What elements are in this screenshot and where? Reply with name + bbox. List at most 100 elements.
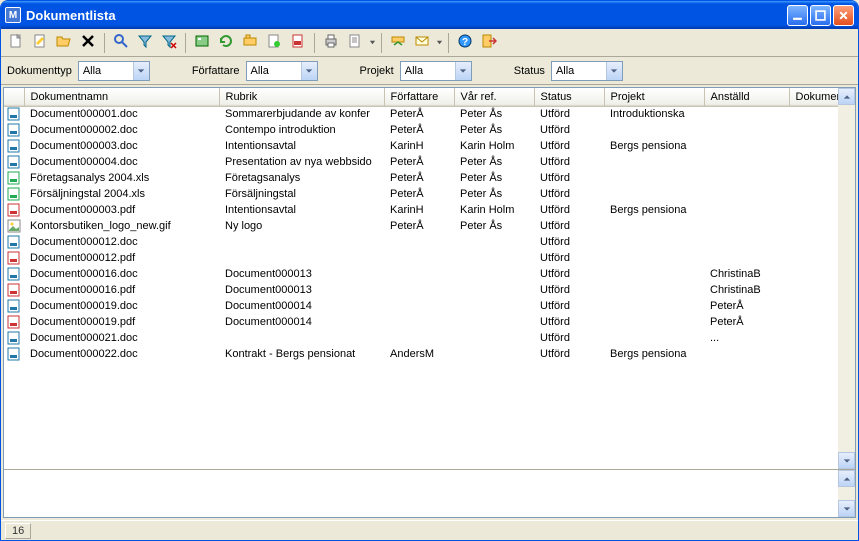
table-row[interactable]: Document000003.pdfIntentionsavtalKarinHK… bbox=[4, 202, 838, 218]
filter-status-combo[interactable]: Alla bbox=[551, 61, 623, 81]
column-header-icon[interactable] bbox=[4, 88, 24, 106]
table-row[interactable]: Kontorsbutiken_logo_new.gifNy logoPeterÅ… bbox=[4, 218, 838, 234]
table-row[interactable]: Försäljningstal 2004.xlsFörsäljningstalP… bbox=[4, 186, 838, 202]
cell-title: Document000013 bbox=[219, 266, 384, 282]
filter-project-combo[interactable]: Alla bbox=[400, 61, 472, 81]
cell-title bbox=[219, 234, 384, 250]
page-setup-button[interactable] bbox=[344, 32, 366, 54]
print-button[interactable] bbox=[320, 32, 342, 54]
chevron-down-icon bbox=[455, 62, 471, 80]
cell-author bbox=[384, 298, 454, 314]
table-row[interactable]: Document000016.docDocument000013UtfördCh… bbox=[4, 266, 838, 282]
cell-name: Document000002.doc bbox=[24, 122, 219, 138]
search-button[interactable] bbox=[110, 32, 132, 54]
cell-title bbox=[219, 250, 384, 266]
pdf-icon bbox=[290, 33, 306, 52]
cell-author: PeterÅ bbox=[384, 154, 454, 170]
table-row[interactable]: Företagsanalys 2004.xlsFöretagsanalysPet… bbox=[4, 170, 838, 186]
cell-employee: ChristinaB bbox=[704, 282, 789, 298]
exit-button[interactable] bbox=[478, 32, 500, 54]
cell-name: Document000022.doc bbox=[24, 346, 219, 362]
close-button[interactable] bbox=[833, 5, 854, 26]
cell-project bbox=[604, 122, 704, 138]
table-row[interactable]: Document000012.pdfUtförd13 bbox=[4, 250, 838, 266]
delete-button[interactable] bbox=[77, 32, 99, 54]
filter-clear-icon bbox=[161, 33, 177, 52]
scroll-up-button[interactable] bbox=[838, 470, 855, 487]
column-header-employee[interactable]: Anställd bbox=[704, 88, 789, 106]
mail-button[interactable] bbox=[411, 32, 433, 54]
filter-type-combo[interactable]: Alla bbox=[78, 61, 150, 81]
link-button[interactable] bbox=[239, 32, 261, 54]
filter-button[interactable] bbox=[134, 32, 156, 54]
attach-button[interactable] bbox=[263, 32, 285, 54]
file-type-icon bbox=[4, 330, 24, 346]
cell-project: Bergs pensiona bbox=[604, 138, 704, 154]
table-row[interactable]: Document000019.docDocument000014UtfördPe… bbox=[4, 298, 838, 314]
cell-employee bbox=[704, 170, 789, 186]
scroll-down-button[interactable] bbox=[838, 500, 855, 517]
column-header-ourref[interactable]: Vår ref. bbox=[454, 88, 534, 106]
column-header-project[interactable]: Projekt bbox=[604, 88, 704, 106]
cell-ourref: Peter Ås bbox=[454, 170, 534, 186]
export-button[interactable] bbox=[191, 32, 213, 54]
help-button[interactable]: ? bbox=[454, 32, 476, 54]
table-row[interactable]: Document000022.docKontrakt - Bergs pensi… bbox=[4, 346, 838, 362]
cell-employee: PeterÅ bbox=[704, 314, 789, 330]
cell-name: Document000003.pdf bbox=[24, 202, 219, 218]
table-row[interactable]: Document000012.docUtförd12 bbox=[4, 234, 838, 250]
vertical-scrollbar[interactable] bbox=[838, 88, 855, 469]
preview-scrollbar[interactable] bbox=[838, 470, 855, 517]
cell-title: Intentionsavtal bbox=[219, 202, 384, 218]
table-row[interactable]: Document000019.pdfDocument000014UtfördPe… bbox=[4, 314, 838, 330]
table-row[interactable]: Document000004.docPresentation av nya we… bbox=[4, 154, 838, 170]
edit-button[interactable] bbox=[29, 32, 51, 54]
refresh-button[interactable] bbox=[215, 32, 237, 54]
column-header-author[interactable]: Författare bbox=[384, 88, 454, 106]
column-header-status[interactable]: Status bbox=[534, 88, 604, 106]
cell-title: Presentation av nya webbsido bbox=[219, 154, 384, 170]
cell-employee bbox=[704, 154, 789, 170]
filter-author-combo[interactable]: Alla bbox=[246, 61, 318, 81]
cell-status: Utförd bbox=[534, 106, 604, 122]
cell-project: Bergs pensiona bbox=[604, 346, 704, 362]
column-header-name[interactable]: Dokumentnamn bbox=[24, 88, 219, 106]
send-button[interactable] bbox=[387, 32, 409, 54]
table-row[interactable]: Document000021.docUtförd...21 bbox=[4, 330, 838, 346]
cell-docno: 20 bbox=[789, 314, 838, 330]
file-type-icon bbox=[4, 154, 24, 170]
cell-status: Utförd bbox=[534, 122, 604, 138]
pdf-button[interactable] bbox=[287, 32, 309, 54]
filter-status-value: Alla bbox=[556, 65, 606, 77]
cell-title: Document000014 bbox=[219, 314, 384, 330]
maximize-button[interactable] bbox=[810, 5, 831, 26]
table-row[interactable]: Document000003.docIntentionsavtalKarinHK… bbox=[4, 138, 838, 154]
scroll-down-button[interactable] bbox=[838, 452, 855, 469]
scroll-up-button[interactable] bbox=[838, 88, 855, 105]
cell-author: PeterÅ bbox=[384, 122, 454, 138]
cell-status: Utförd bbox=[534, 202, 604, 218]
cell-status: Utförd bbox=[534, 346, 604, 362]
document-grid[interactable]: Dokumentnamn Rubrik Författare Vår ref. … bbox=[4, 88, 838, 469]
window-title: Dokumentlista bbox=[26, 8, 787, 23]
dropdown-arrow-icon[interactable] bbox=[368, 39, 376, 46]
cell-title: Sommarerbjudande av konfer bbox=[219, 106, 384, 122]
file-type-icon bbox=[4, 170, 24, 186]
table-row[interactable]: Document000002.docContempo introduktionP… bbox=[4, 122, 838, 138]
column-header-title[interactable]: Rubrik bbox=[219, 88, 384, 106]
scroll-track[interactable] bbox=[838, 105, 855, 452]
filter-clear-button[interactable] bbox=[158, 32, 180, 54]
table-row[interactable]: Document000001.docSommarerbjudande av ko… bbox=[4, 106, 838, 122]
folder-open-button[interactable] bbox=[53, 32, 75, 54]
column-header-docno[interactable]: Dokument-nr bbox=[789, 88, 838, 106]
dropdown-arrow-icon[interactable] bbox=[435, 39, 443, 46]
filter-author-label: Författare bbox=[192, 65, 240, 77]
cell-employee bbox=[704, 106, 789, 122]
minimize-button[interactable] bbox=[787, 5, 808, 26]
chevron-down-icon bbox=[606, 62, 622, 80]
content-area: Dokumentnamn Rubrik Författare Vår ref. … bbox=[3, 87, 856, 518]
cell-status: Utförd bbox=[534, 330, 604, 346]
cell-project bbox=[604, 282, 704, 298]
table-row[interactable]: Document000016.pdfDocument000013UtfördCh… bbox=[4, 282, 838, 298]
new-button[interactable] bbox=[5, 32, 27, 54]
